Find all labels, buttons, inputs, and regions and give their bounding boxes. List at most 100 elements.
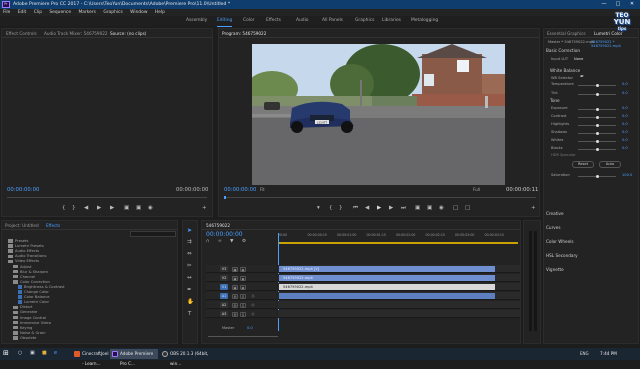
source-add-button[interactable]: + <box>202 205 207 211</box>
workspace-all-panels[interactable]: All Panels <box>322 16 343 26</box>
program-export-frame-button[interactable]: ◉ <box>439 205 444 211</box>
menu-clip[interactable]: Clip <box>34 10 42 15</box>
blacks-slider[interactable] <box>578 147 616 151</box>
vignette-header[interactable]: Vignette <box>546 267 564 272</box>
taskbar-app-obs[interactable]: OBS 20.1.3 (64bit, win... <box>160 349 212 366</box>
program-playhead[interactable] <box>224 196 226 199</box>
quality-dropdown[interactable]: Full <box>473 187 480 192</box>
fit-dropdown[interactable]: Fit <box>260 187 265 192</box>
eye-icon[interactable]: ◉ <box>240 284 246 290</box>
effects-tree-item[interactable]: Image Control <box>13 316 46 320</box>
input-lut-dropdown[interactable]: None <box>574 57 583 61</box>
effects-tree-item[interactable]: Immersive Video <box>13 321 51 325</box>
toggle-output-icon[interactable]: ▣ <box>232 284 238 290</box>
tint-slider-knob[interactable] <box>595 92 599 96</box>
track-target-label[interactable]: A1 <box>220 293 228 299</box>
whites-slider[interactable] <box>578 139 616 143</box>
reset-button[interactable]: Reset <box>572 161 594 168</box>
effects-tree-item[interactable]: Adjust <box>13 265 32 269</box>
menu-markers[interactable]: Markers <box>78 10 95 15</box>
solo-button[interactable]: S <box>240 293 246 299</box>
minimize-button[interactable]: — <box>598 0 610 9</box>
effects-tree-item[interactable]: Blur & Sharpen <box>13 270 48 274</box>
track-target-label[interactable]: V1 <box>220 284 228 290</box>
track-header-a1[interactable]: A1 M S ⎙ <box>206 292 276 300</box>
blacks-slider-knob[interactable] <box>595 147 599 151</box>
timeline-clip[interactable]: 546759022.mp4 [V] <box>279 265 495 273</box>
menu-window[interactable]: Window <box>130 10 147 15</box>
razor-tool-icon[interactable]: ✂ <box>187 263 192 269</box>
selection-tool-icon[interactable]: ➤ <box>187 227 192 234</box>
workspace-assembly[interactable]: Assembly <box>186 16 207 26</box>
tab-audio-mixer[interactable]: Audio Track Mixer: 546759022 <box>44 31 108 36</box>
timeline-zoom-slider[interactable] <box>208 336 278 337</box>
effects-tree-item[interactable]: Audio Transitions <box>8 254 46 258</box>
track-select-tool-icon[interactable]: ⇉ <box>187 239 192 245</box>
effects-tree-item[interactable]: Obsolete <box>13 336 36 340</box>
tab-project[interactable]: Project: Untitled <box>5 223 39 228</box>
slip-tool-icon[interactable]: ↔ <box>187 275 192 281</box>
program-mark-out-bracket[interactable]: } <box>339 205 343 211</box>
program-video-frame[interactable]: L33 KTT <box>252 44 505 185</box>
toggle-output-icon[interactable]: ▣ <box>232 275 238 281</box>
menu-edit[interactable]: Edit <box>18 10 27 15</box>
menu-help[interactable]: Help <box>155 10 165 15</box>
track-target-label[interactable]: A3 <box>220 311 228 317</box>
mute-button[interactable]: M <box>232 311 238 317</box>
white-balance-header[interactable]: White Balance <box>550 68 580 73</box>
auto-button[interactable]: Auto <box>599 161 621 168</box>
microphone-icon[interactable]: ⎙ <box>250 312 256 317</box>
whites-slider-knob[interactable] <box>595 139 599 143</box>
contrast-slider-knob[interactable] <box>595 115 599 119</box>
track-target-label[interactable]: V3 <box>220 266 228 272</box>
effects-tree-item[interactable]: Lumetri Color <box>18 300 49 304</box>
effects-tree-item[interactable]: Color Correction <box>13 280 50 284</box>
toggle-output-icon[interactable]: ▣ <box>232 266 238 272</box>
pen-tool-icon[interactable]: ✒ <box>187 287 192 293</box>
program-add-button[interactable]: + <box>531 205 536 211</box>
taskbar-app-premiere[interactable]: Adobe Premiere Pro C... <box>110 349 158 366</box>
track-target-label[interactable]: V2 <box>220 275 228 281</box>
workspace-libraries[interactable]: Libraries <box>382 16 401 26</box>
eyedropper-icon[interactable]: ✒ <box>580 74 584 80</box>
effects-tree-item[interactable]: Keying <box>13 326 32 330</box>
type-tool-icon[interactable]: T <box>188 311 191 317</box>
track-header-a2[interactable]: A2 M S ⎙ <box>206 301 276 309</box>
tab-program[interactable]: Program: 546759022 <box>222 31 266 36</box>
overwrite-button[interactable]: ▣ <box>136 205 141 211</box>
hsl-secondary-header[interactable]: HSL Secondary <box>546 253 578 258</box>
workspace-metalogging[interactable]: Metalogging <box>411 16 438 26</box>
program-step-forward-button[interactable]: ▶ <box>389 205 393 211</box>
step-forward-button[interactable]: ▶ <box>110 205 114 211</box>
workspace-graphics[interactable]: Graphics <box>355 16 374 26</box>
step-back-button[interactable]: ◀ <box>84 205 88 211</box>
lift-button[interactable]: ▣ <box>415 205 420 211</box>
timeline-clip[interactable]: 546759022.mp4 <box>279 274 495 282</box>
tab-source[interactable]: Source: (no clips) <box>110 31 146 36</box>
shadows-slider-knob[interactable] <box>595 131 599 135</box>
menu-sequence[interactable]: Sequence <box>49 10 71 15</box>
go-to-in-button[interactable]: ⏮ <box>353 205 358 212</box>
effects-tree-item[interactable]: Generate <box>13 310 37 314</box>
microphone-icon[interactable]: ⎙ <box>250 294 256 299</box>
program-mark-in-bracket[interactable]: { <box>329 205 333 211</box>
effects-tree-item[interactable]: Change Color <box>18 290 49 294</box>
tab-effect-controls[interactable]: Effect Controls <box>6 31 37 36</box>
go-to-out-button[interactable]: ⏭ <box>401 205 406 212</box>
temperature-slider-knob[interactable] <box>595 83 599 87</box>
file-explorer-icon[interactable]: ■ <box>42 350 47 356</box>
saturation-slider-knob[interactable] <box>595 174 599 178</box>
mute-button[interactable]: M <box>232 302 238 308</box>
effects-tree-item[interactable]: Distort <box>13 305 32 309</box>
mark-in-button[interactable]: { <box>62 205 66 211</box>
color-wheels-header[interactable]: Color Wheels <box>546 239 574 244</box>
track-lane[interactable] <box>278 310 520 318</box>
search-icon[interactable]: ○ <box>18 350 22 356</box>
effects-tree-item[interactable]: Lumetri Presets <box>8 244 44 248</box>
solo-button[interactable]: S <box>240 302 246 308</box>
comparison-view-button[interactable]: □ <box>453 205 458 211</box>
track-header-v1[interactable]: V1 ▣ ◉ <box>206 283 276 291</box>
hand-tool-icon[interactable]: ✋ <box>187 299 194 305</box>
effects-tree-item[interactable]: Presets <box>8 239 28 243</box>
clock[interactable]: 7:44 PM <box>600 351 617 356</box>
